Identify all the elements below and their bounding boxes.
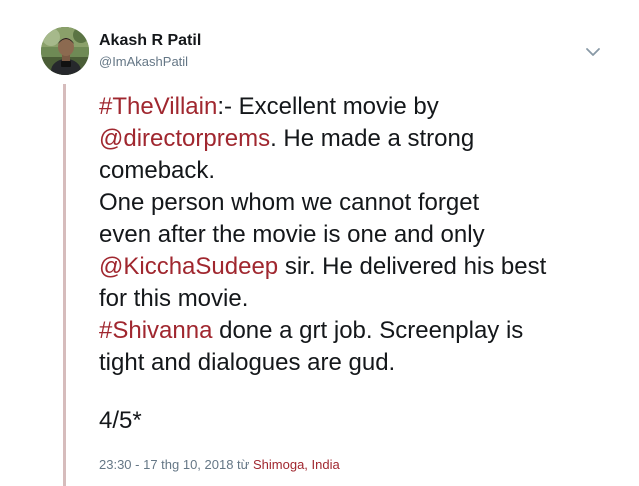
tweet-line: #Shivanna done a grt job. Screenplay is <box>99 315 619 347</box>
tweet-line: #TheVillain:- Excellent movie by <box>99 91 619 123</box>
avatar[interactable] <box>41 27 89 75</box>
mention-link[interactable]: @KicchaSudeep <box>99 253 278 280</box>
tweet-text-fragment: :- Excellent movie by <box>217 93 439 120</box>
tweet-line: One person whom we cannot forget <box>99 189 480 216</box>
rating-text: 4/5* <box>99 407 142 434</box>
thread-line <box>63 84 66 486</box>
hashtag-link[interactable]: #Shivanna <box>99 317 212 344</box>
author-name[interactable]: Akash R Patil <box>99 31 201 51</box>
avatar-photo <box>41 27 89 75</box>
author-handle[interactable]: @ImAkashPatil <box>99 53 201 71</box>
tweet-line: for this movie. <box>99 285 249 312</box>
author-block[interactable]: Akash R Patil @ImAkashPatil <box>99 31 201 71</box>
tweet-text-fragment: done a grt job. Screenplay is <box>212 317 524 344</box>
tweet-line: comeback. <box>99 157 216 184</box>
timestamp[interactable]: 23:30 - 17 thg 10, 2018 từ <box>99 457 253 472</box>
tweet-line: even after the movie is one and only <box>99 221 485 248</box>
tweet-line: @KicchaSudeep sir. He delivered his best <box>99 251 619 283</box>
tweet-text: #TheVillain:- Excellent movie by @direct… <box>99 91 619 437</box>
tweet-meta: 23:30 - 17 thg 10, 2018 từ Shimoga, Indi… <box>99 457 340 472</box>
tweet-card: Akash R Patil @ImAkashPatil #TheVillain:… <box>0 0 639 486</box>
tweet-text-fragment: sir. He delivered his best <box>278 253 547 280</box>
hashtag-link[interactable]: #TheVillain <box>99 93 217 120</box>
mention-link[interactable]: @directorprems <box>99 125 270 152</box>
tweet-line: @directorprems. He made a strong <box>99 123 619 155</box>
location-link[interactable]: Shimoga, India <box>253 457 340 472</box>
tweet-line: tight and dialogues are gud. <box>99 349 396 376</box>
tweet-text-fragment: . He made a strong <box>270 125 475 152</box>
chevron-down-icon[interactable] <box>583 44 603 60</box>
